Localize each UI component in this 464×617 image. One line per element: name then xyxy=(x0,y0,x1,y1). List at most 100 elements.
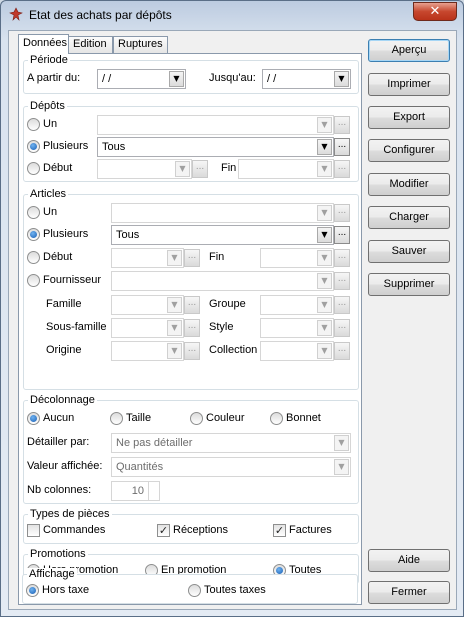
articles-debut-combo[interactable]: ▼ xyxy=(111,248,184,268)
famille-combo[interactable]: ▼ xyxy=(111,295,184,315)
articles-plusieurs-dropdown-icon[interactable]: ▼ xyxy=(317,227,332,243)
articles-debut-radio[interactable] xyxy=(27,251,40,264)
title-bar[interactable]: Etat des achats par dépôts ✕ xyxy=(1,1,463,29)
articles-un-dropdown-icon[interactable]: ▼ xyxy=(317,205,332,221)
commandes-checkbox[interactable] xyxy=(27,524,40,537)
style-browse-button[interactable]: ... xyxy=(334,319,350,337)
style-dropdown-icon[interactable]: ▼ xyxy=(317,320,332,336)
depots-un-combo[interactable]: ▼ xyxy=(97,115,334,135)
style-combo[interactable]: ▼ xyxy=(260,318,334,338)
depots-plusieurs-radio[interactable] xyxy=(27,140,40,153)
collection-browse-button[interactable]: ... xyxy=(334,342,350,360)
sauver-button[interactable]: Sauver xyxy=(368,240,450,263)
decolonnage-couleur-radio[interactable] xyxy=(190,412,203,425)
articles-fournisseur-dropdown-icon[interactable]: ▼ xyxy=(317,273,332,289)
decolonnage-title: Décolonnage xyxy=(28,394,97,407)
charger-button[interactable]: Charger xyxy=(368,206,450,229)
depots-title: Dépôts xyxy=(28,100,67,113)
depots-un-browse-button[interactable]: ... xyxy=(334,116,350,134)
date-to-field[interactable]: / / ▼ xyxy=(262,69,351,89)
configurer-button[interactable]: Configurer xyxy=(368,139,450,162)
depots-un-radio[interactable] xyxy=(27,118,40,131)
receptions-checkbox[interactable]: ✓ xyxy=(157,524,170,537)
date-from-value: / / xyxy=(102,73,112,85)
articles-fournisseur-browse-button[interactable]: ... xyxy=(334,272,350,290)
supprimer-button[interactable]: Supprimer xyxy=(368,273,450,296)
famille-dropdown-icon[interactable]: ▼ xyxy=(167,297,182,313)
articles-title: Articles xyxy=(28,188,69,201)
valeur-affichee-combo[interactable]: Quantités ▼ xyxy=(111,457,351,477)
articles-fin-dropdown-icon[interactable]: ▼ xyxy=(317,250,332,266)
depots-plusieurs-browse-button[interactable]: ... xyxy=(334,138,350,156)
groupe-browse-button[interactable]: ... xyxy=(334,296,350,314)
commandes-label: Commandes xyxy=(43,524,106,536)
tab-edition[interactable]: Edition xyxy=(68,36,113,53)
famille-browse-button[interactable]: ... xyxy=(184,296,200,314)
depots-fin-browse-button[interactable]: ... xyxy=(334,160,350,178)
decolonnage-taille-radio[interactable] xyxy=(110,412,123,425)
apercu-button[interactable]: Aperçu xyxy=(368,39,450,62)
modifier-button[interactable]: Modifier xyxy=(368,173,450,196)
sous-famille-combo[interactable]: ▼ xyxy=(111,318,184,338)
tab-ruptures[interactable]: Ruptures xyxy=(113,36,168,53)
articles-fournisseur-radio[interactable] xyxy=(27,274,40,287)
articles-un-radio[interactable] xyxy=(27,206,40,219)
date-to-dropdown-icon[interactable]: ▼ xyxy=(334,71,349,87)
depots-debut-browse-button[interactable]: ... xyxy=(192,160,208,178)
articles-debut-dropdown-icon[interactable]: ▼ xyxy=(167,250,182,266)
date-from-dropdown-icon[interactable]: ▼ xyxy=(169,71,184,87)
decolonnage-aucun-radio[interactable] xyxy=(27,412,40,425)
depots-debut-dropdown-icon[interactable]: ▼ xyxy=(175,161,190,177)
hors-taxe-radio[interactable] xyxy=(26,584,39,597)
collection-combo[interactable]: ▼ xyxy=(260,341,334,361)
toutes-taxes-radio[interactable] xyxy=(188,584,201,597)
imprimer-button[interactable]: Imprimer xyxy=(368,73,450,96)
articles-plusieurs-combo[interactable]: Tous ▼ xyxy=(111,225,334,245)
depots-plusieurs-dropdown-icon[interactable]: ▼ xyxy=(317,139,332,155)
nb-colonnes-spin-icon[interactable] xyxy=(148,482,159,500)
date-from-field[interactable]: / / ▼ xyxy=(97,69,186,89)
articles-plusieurs-browse-button[interactable]: ... xyxy=(334,226,350,244)
dialog-client: Données Edition Ruptures Période A parti… xyxy=(8,30,457,610)
depots-group: Dépôts Un ▼ ... Plusieurs Tous ▼ ... Déb… xyxy=(23,100,359,182)
valeur-affichee-dropdown-icon[interactable]: ▼ xyxy=(334,459,349,475)
decolonnage-bonnet-radio[interactable] xyxy=(270,412,283,425)
origine-combo[interactable]: ▼ xyxy=(111,341,184,361)
decolonnage-taille-label: Taille xyxy=(126,412,152,424)
depots-fin-combo[interactable]: ▼ xyxy=(238,159,334,179)
articles-un-combo[interactable]: ▼ xyxy=(111,203,334,223)
origine-label: Origine xyxy=(46,344,82,356)
depots-plusieurs-combo[interactable]: Tous ▼ xyxy=(97,137,334,157)
articles-fin-browse-button[interactable]: ... xyxy=(334,249,350,267)
sous-famille-dropdown-icon[interactable]: ▼ xyxy=(167,320,182,336)
fermer-button[interactable]: Fermer xyxy=(368,581,450,604)
export-button[interactable]: Export xyxy=(368,106,450,129)
factures-checkbox[interactable]: ✓ xyxy=(273,524,286,537)
groupe-combo[interactable]: ▼ xyxy=(260,295,334,315)
articles-debut-browse-button[interactable]: ... xyxy=(184,249,200,267)
valeur-affichee-label: Valeur affichée: xyxy=(27,460,103,472)
donnees-panel: Période A partir du: / / ▼ Jusqu'au: / /… xyxy=(18,53,362,605)
tab-donnees[interactable]: Données xyxy=(18,34,69,54)
valeur-affichee-value: Quantités xyxy=(116,461,164,473)
depots-debut-combo[interactable]: ▼ xyxy=(97,159,192,179)
detailler-dropdown-icon[interactable]: ▼ xyxy=(334,435,349,451)
articles-fin-combo[interactable]: ▼ xyxy=(260,248,334,268)
depots-debut-radio[interactable] xyxy=(27,162,40,175)
depots-plusieurs-label: Plusieurs xyxy=(43,140,89,152)
depots-fin-dropdown-icon[interactable]: ▼ xyxy=(317,161,332,177)
sous-famille-browse-button[interactable]: ... xyxy=(184,319,200,337)
detailler-combo[interactable]: Ne pas détailler ▼ xyxy=(111,433,351,453)
collection-dropdown-icon[interactable]: ▼ xyxy=(317,343,332,359)
groupe-dropdown-icon[interactable]: ▼ xyxy=(317,297,332,313)
origine-browse-button[interactable]: ... xyxy=(184,342,200,360)
articles-un-browse-button[interactable]: ... xyxy=(334,204,350,222)
depots-un-dropdown-icon[interactable]: ▼ xyxy=(317,117,332,133)
depots-un-label: Un xyxy=(43,118,58,130)
articles-plusieurs-radio[interactable] xyxy=(27,228,40,241)
types-pieces-title: Types de pièces xyxy=(28,508,112,521)
origine-dropdown-icon[interactable]: ▼ xyxy=(167,343,182,359)
aide-button[interactable]: Aide xyxy=(368,549,450,572)
articles-fournisseur-combo[interactable]: ▼ xyxy=(111,271,334,291)
close-button[interactable]: ✕ xyxy=(413,2,457,21)
